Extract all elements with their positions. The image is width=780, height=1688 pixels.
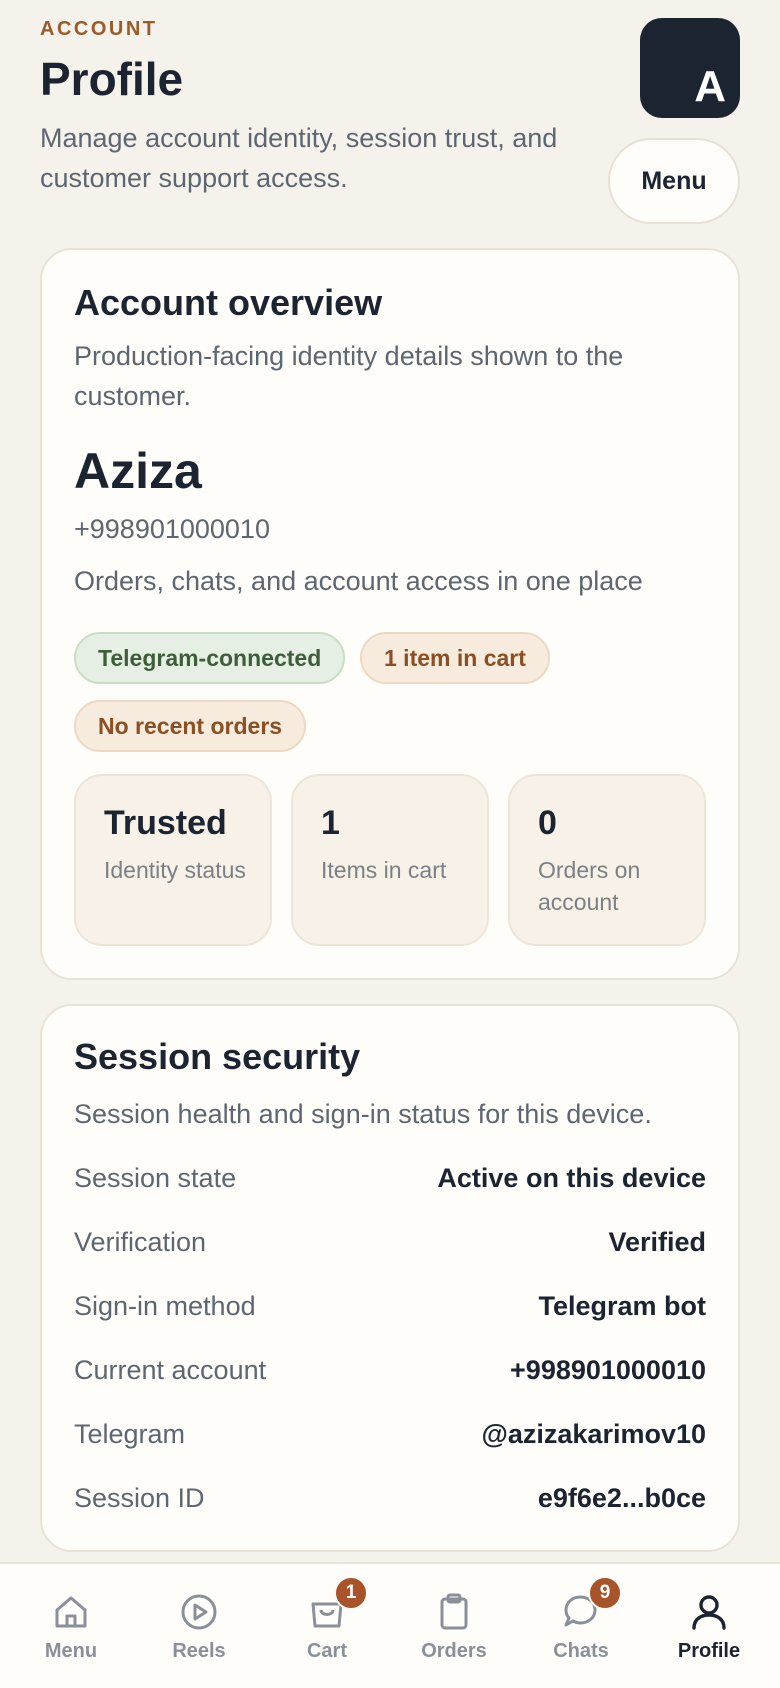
page-title: Profile [40,53,184,105]
telegram-row: Telegram @azizakarimov10 [74,1414,706,1454]
tab-label: Menu [44,1640,98,1662]
stat-value: Trusted [104,804,227,842]
page-header: ACCOUNT Profile Manage account identity,… [40,14,740,224]
row-label: Sign-in method [74,1290,256,1321]
stat-orders-on-account: 0 Orders on account [508,774,706,946]
sign-in-method-row: Sign-in method Telegram bot [74,1286,706,1326]
card-title: Account overview [74,282,383,323]
stat-items-in-cart: 1 Items in cart [291,774,489,946]
current-account-row: Current account +998901000010 [74,1350,706,1390]
stat-value: 0 [538,804,557,842]
row-value: e9f6e2...b0ce [537,1482,706,1513]
account-tagline: Orders, chats, and account access in one… [74,566,643,596]
avatar[interactable]: A [640,18,740,118]
play-icon [181,1594,217,1630]
row-value: Active on this device [437,1162,706,1193]
row-value: +998901000010 [510,1354,706,1385]
tab-label: Orders [421,1640,487,1662]
clipboard-icon [440,1593,468,1630]
stat-identity-status: Trusted Identity status [74,774,272,946]
row-label: Current account [74,1354,267,1385]
row-value: Verified [608,1226,706,1257]
menu-button[interactable]: Menu [608,138,740,224]
user-icon [692,1595,726,1630]
stat-label: Identity status [104,857,246,883]
cart-count-badge: 1 [334,1576,368,1610]
customer-name: Aziza [74,443,202,499]
home-icon [55,1596,87,1628]
customer-phone: +998901000010 [74,514,270,544]
chats-count-badge: 9 [588,1576,622,1610]
tab-menu[interactable]: Menu [6,1564,136,1688]
tab-orders[interactable]: Orders [389,1564,519,1688]
status-badge-orders: No recent orders [74,700,307,752]
row-value: Telegram bot [538,1290,706,1321]
tab-chats[interactable]: 9 Chats [516,1564,646,1688]
row-label: Verification [74,1226,207,1257]
stat-label: Orders on account [538,857,641,915]
tab-label: Cart [306,1640,347,1662]
session-security-card: Session security Session health and sign… [40,1004,740,1552]
tab-label: Chats [553,1640,609,1662]
card-title: Session security [74,1036,361,1077]
status-badge-cart: 1 item in cart [360,632,550,684]
stat-label: Items in cart [321,857,447,883]
row-label: Telegram [74,1418,186,1449]
session-state-row: Session state Active on this device [74,1158,706,1198]
card-subtitle: Production-facing identity details shown… [74,341,624,411]
session-id-row: Session ID e9f6e2...b0ce [74,1478,706,1518]
verification-row: Verification Verified [74,1222,706,1262]
row-value: @azizakarimov10 [481,1418,706,1449]
section-eyebrow: ACCOUNT [40,18,158,40]
tab-label: Profile [677,1640,741,1662]
row-label: Session state [74,1162,237,1193]
account-overview-card: Account overview Production-facing ident… [40,248,740,980]
tab-profile[interactable]: Profile [644,1564,774,1688]
tab-reels[interactable]: Reels [134,1564,264,1688]
stat-value: 1 [321,804,340,842]
tab-label: Reels [172,1640,226,1662]
tab-cart[interactable]: 1 Cart [262,1564,392,1688]
page-subtitle: Manage account identity, session trust, … [40,123,558,193]
status-badge-telegram: Telegram-connected [74,632,346,684]
card-subtitle: Session health and sign-in status for th… [74,1099,652,1129]
row-label: Session ID [74,1482,205,1513]
bottom-tab-bar: Menu Reels 1 Cart Orders 9 Chats Profile [0,1562,780,1688]
